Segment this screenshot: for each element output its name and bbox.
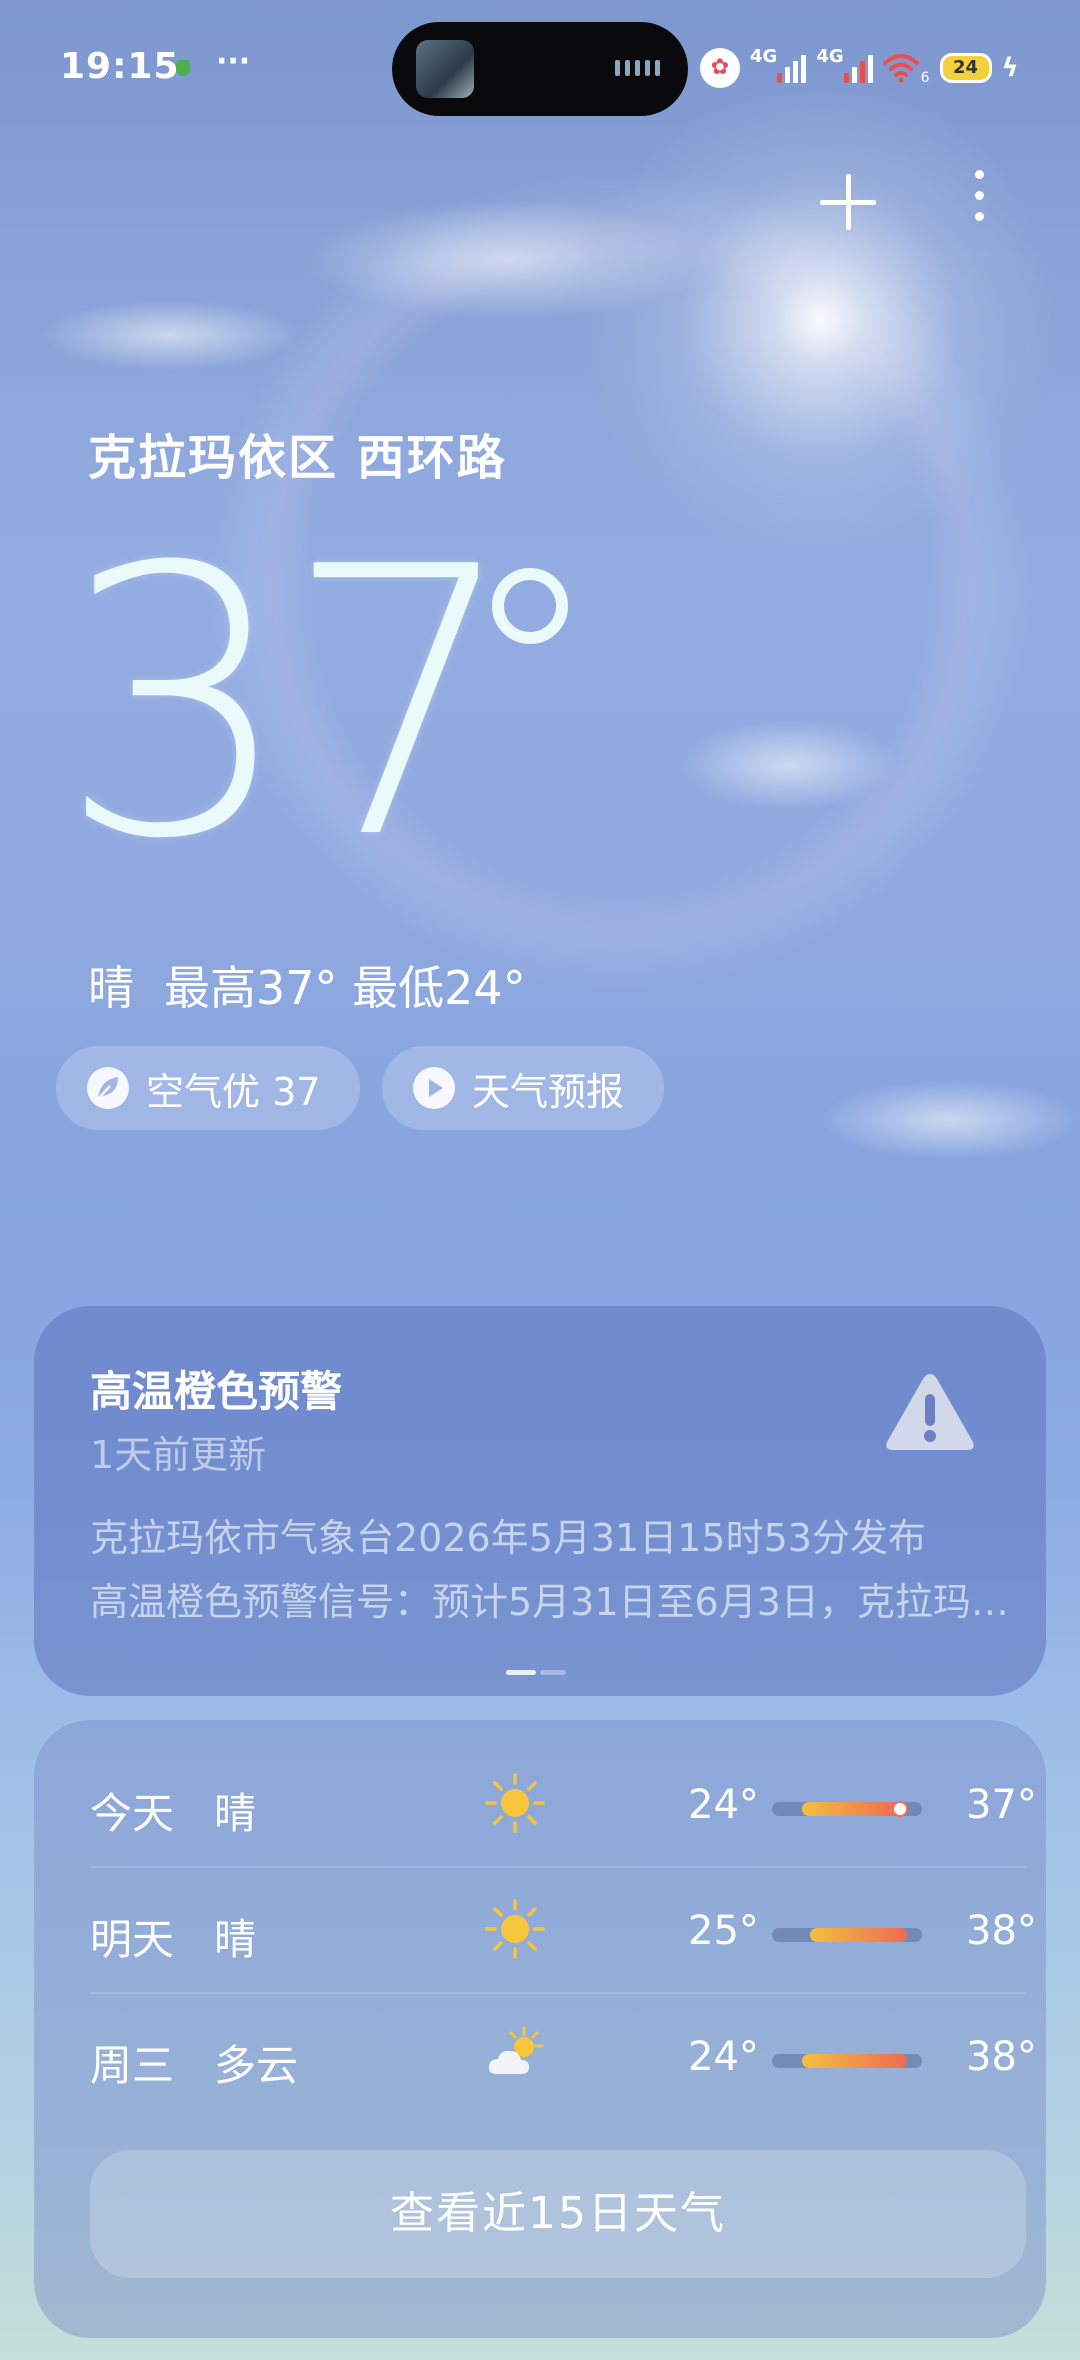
temp-range-fill	[802, 2054, 907, 2068]
add-city-button[interactable]	[818, 172, 878, 232]
pager-dot	[540, 1670, 566, 1675]
bunny-app-icon: ✿	[700, 48, 740, 88]
network-type-2: 4G	[816, 45, 844, 67]
dynamic-island[interactable]	[392, 22, 688, 116]
signal-icon	[843, 53, 873, 83]
temp-range-bar	[772, 2054, 922, 2068]
location-title[interactable]: 克拉玛依区 西环路	[88, 418, 507, 488]
forecast-row[interactable]: 今天 晴 24° 37°	[90, 1740, 1037, 1866]
forecast-row[interactable]: 周三 多云 24° 38°	[90, 1992, 1037, 2118]
temp-range-bar	[772, 1928, 922, 1942]
status-bar: 19:15 ··· ✿ 4G 4G 6 24 ϟ	[0, 0, 1080, 140]
weather-forecast-video-button[interactable]: 天气预报	[382, 1046, 664, 1130]
day-low-temp: 24°	[688, 1782, 759, 1828]
signal-icon	[777, 53, 807, 83]
temp-range-fill	[802, 1802, 900, 1816]
battery-icon: 24	[939, 53, 992, 83]
play-icon	[413, 1067, 455, 1109]
day-low-temp: 24°	[688, 2034, 759, 2080]
wifi-icon	[882, 54, 919, 83]
weather-screen: 19:15 ··· ✿ 4G 4G 6 24 ϟ 克拉玛依区 西环路 37 晴 …	[0, 0, 1080, 2360]
high-low-text: 最高37° 最低24°	[164, 961, 526, 1015]
audio-bars-icon	[615, 60, 660, 76]
day-name: 周三	[90, 2041, 175, 2090]
more-notifications-icon: ···	[216, 44, 251, 79]
day-condition: 晴	[214, 1915, 257, 1964]
sun-icon	[485, 1773, 545, 1833]
day-high-temp: 38°	[966, 2034, 1037, 2080]
leaf-icon	[87, 1067, 129, 1109]
pager-dot-active	[506, 1670, 536, 1675]
status-time: 19:15	[60, 46, 180, 87]
day-low-temp: 25°	[688, 1908, 759, 1954]
day-high-temp: 38°	[966, 1908, 1037, 1954]
forecast-row[interactable]: 明天 晴 25° 38°	[90, 1866, 1037, 1992]
condition-text: 晴	[88, 961, 134, 1015]
temp-range-bar	[772, 1801, 922, 1817]
day-condition: 晴	[214, 1789, 257, 1838]
alert-description: 克拉玛依市气象台2026年5月31日15时53分发布 高温橙色预警信号：预计5月…	[90, 1506, 1010, 1634]
day-name: 今天	[90, 1789, 175, 1838]
alert-title: 高温橙色预警	[90, 1367, 343, 1416]
cloud	[680, 720, 900, 810]
forecast-video-label: 天气预报	[472, 1069, 625, 1114]
more-menu-button[interactable]	[964, 170, 994, 234]
bolt-icon: ϟ	[1001, 53, 1019, 83]
day-name: 明天	[90, 1915, 175, 1964]
alert-line-1: 克拉玛依市气象台2026年5月31日15时53分发布	[90, 1516, 926, 1560]
alert-pager	[506, 1670, 566, 1675]
view-15-day-button[interactable]: 查看近15日天气	[90, 2150, 1026, 2278]
degree-symbol	[492, 568, 568, 644]
weather-alert-card[interactable]: 高温橙色预警 1天前更新 克拉玛依市气象台2026年5月31日15时53分发布 …	[34, 1306, 1046, 1696]
temp-range-fill	[809, 1928, 907, 1942]
cloud	[40, 300, 300, 370]
warning-icon	[886, 1374, 974, 1450]
media-thumbnail	[416, 40, 474, 98]
condition-summary: 晴最高37° 最低24°	[88, 952, 526, 1018]
air-quality-button[interactable]: 空气优 37	[56, 1046, 360, 1130]
cloud	[300, 200, 720, 320]
sun-icon	[485, 1899, 545, 1959]
wifi-label: 6	[920, 70, 930, 86]
shield-icon	[176, 60, 190, 76]
cloud	[820, 1080, 1080, 1160]
network-type-1: 4G	[750, 45, 778, 67]
day-condition: 多云	[214, 2041, 299, 2090]
alert-updated: 1天前更新	[90, 1433, 267, 1477]
status-icons: ✿ 4G 4G 6 24 ϟ	[700, 38, 1019, 98]
alert-line-2: 高温橙色预警信号：预计5月31日至6月3日，克拉玛依…	[90, 1580, 1010, 1624]
partly-cloudy-icon	[488, 2026, 544, 2074]
air-quality-label: 空气优 37	[146, 1069, 321, 1114]
forecast-card: 今天 晴 24° 37° 明天 晴 25° 38° 周三 多云 24° 38° …	[34, 1720, 1046, 2338]
current-temp-marker	[891, 1801, 908, 1817]
day-high-temp: 37°	[966, 1782, 1037, 1828]
current-temperature: 37	[58, 490, 519, 920]
